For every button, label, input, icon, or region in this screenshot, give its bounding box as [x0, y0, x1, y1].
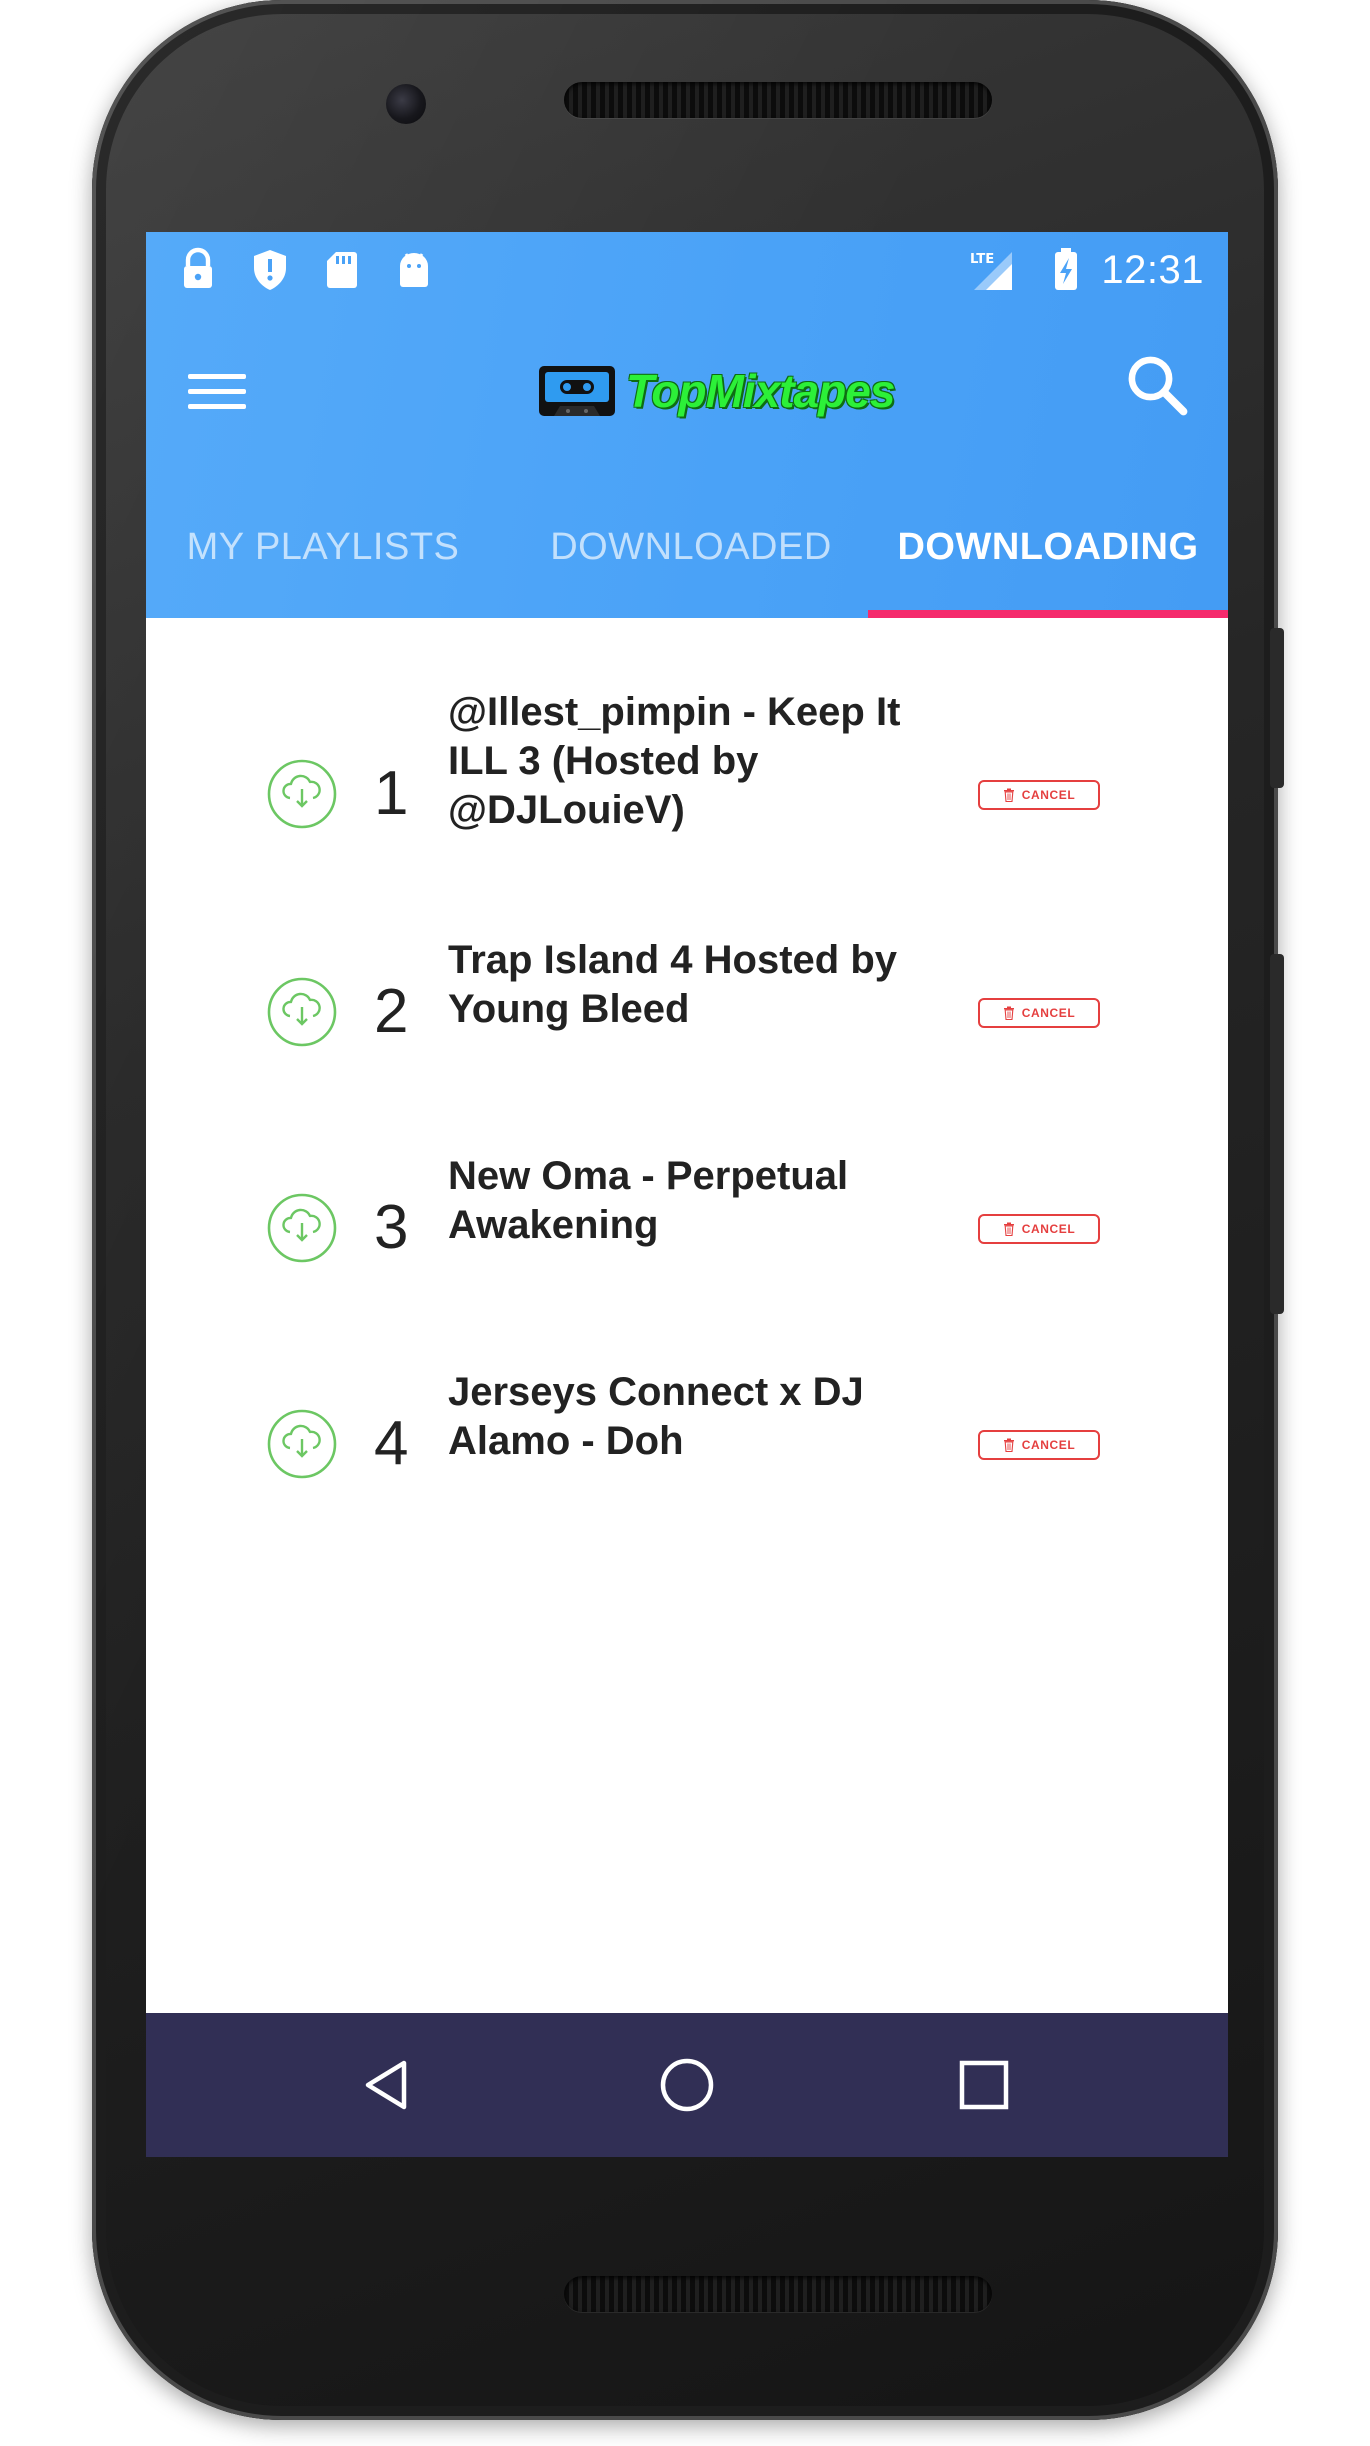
trash-icon [1003, 1438, 1014, 1452]
status-clock: 12:31 [1101, 248, 1204, 292]
tab-downloading[interactable]: DOWNLOADING [868, 476, 1228, 618]
system-nav-bar [146, 2013, 1228, 2157]
cancel-label: CANCEL [1021, 1006, 1076, 1020]
download-number: 4 [374, 1409, 409, 1478]
trash-icon [1003, 1222, 1014, 1236]
svg-text:LTE: LTE [970, 252, 994, 267]
battery-charging-icon [1055, 248, 1077, 290]
download-number: 2 [374, 977, 409, 1046]
cancel-button[interactable]: CANCEL [978, 780, 1100, 810]
list-item: 3 New Oma - Perpetual Awakening CANCEL [146, 1152, 1228, 1342]
device-screenshot: LTE 12:31 TopMixtapes MY PLAYLISTS DOWNL… [0, 0, 1370, 2446]
cancel-button[interactable]: CANCEL [978, 1430, 1100, 1460]
shield-alert-icon [254, 250, 286, 290]
mixtape-title: Trap Island 4 Hosted by Young Bleed [448, 938, 898, 1031]
app-screen: LTE 12:31 TopMixtapes MY PLAYLISTS DOWNL… [146, 232, 1228, 2157]
menu-icon-bar [188, 404, 246, 409]
active-tab-indicator [868, 610, 1228, 618]
front-camera [386, 84, 426, 124]
top-speaker-grille [564, 82, 992, 118]
trash-icon [1003, 788, 1014, 802]
sd-card-icon [327, 252, 357, 288]
tab-bar: MY PLAYLISTS DOWNLOADED DOWNLOADING [146, 476, 1228, 618]
mixtape-title: New Oma - Perpetual Awakening [448, 1154, 849, 1247]
cancel-label: CANCEL [1021, 1438, 1076, 1452]
cloud-download-icon [267, 977, 337, 1047]
logo-text: TopMixtapes [626, 365, 895, 417]
volume-rocker [1270, 954, 1284, 1314]
mixtape-title: @Illest_pimpin - Keep It ILL 3 (Hosted b… [448, 690, 901, 832]
tab-my-playlists[interactable]: MY PLAYLISTS [158, 476, 488, 618]
menu-icon-bar [188, 389, 246, 394]
toolbar: TopMixtapes [146, 306, 1228, 476]
android-icon [400, 253, 428, 287]
search-icon[interactable] [1122, 350, 1194, 422]
menu-icon-bar [188, 374, 246, 379]
status-bar: LTE 12:31 [146, 232, 1228, 306]
download-number: 3 [374, 1193, 409, 1262]
mixtape-title: Jerseys Connect x DJ Alamo - Doh [448, 1370, 864, 1463]
app-logo: TopMixtapes [538, 358, 918, 424]
list-item: 4 Jerseys Connect x DJ Alamo - Doh CANCE… [146, 1368, 1228, 1558]
bottom-speaker-grille [564, 2276, 992, 2312]
menu-button[interactable] [186, 362, 250, 418]
list-item: 1 @Illest_pimpin - Keep It ILL 3 (Hosted… [146, 688, 1228, 878]
downloading-list: 1 @Illest_pimpin - Keep It ILL 3 (Hosted… [146, 618, 1228, 2013]
cancel-button[interactable]: CANCEL [978, 998, 1100, 1028]
app-bar: LTE 12:31 TopMixtapes MY PLAYLISTS DOWNL… [146, 232, 1228, 618]
trash-icon [1003, 1006, 1014, 1020]
home-icon[interactable] [651, 2049, 723, 2121]
cancel-button[interactable]: CANCEL [978, 1214, 1100, 1244]
cloud-download-icon [267, 759, 337, 829]
download-number: 1 [374, 759, 409, 828]
cancel-label: CANCEL [1021, 788, 1076, 802]
cancel-label: CANCEL [1021, 1222, 1076, 1236]
cassette-icon [539, 366, 615, 416]
tab-downloaded[interactable]: DOWNLOADED [516, 476, 866, 618]
power-button [1270, 628, 1284, 788]
lock-icon [184, 247, 212, 288]
cloud-download-icon [267, 1193, 337, 1263]
lte-signal-icon: LTE [970, 252, 1012, 290]
back-icon[interactable] [352, 2049, 424, 2121]
recents-icon[interactable] [948, 2049, 1020, 2121]
cloud-download-icon [267, 1409, 337, 1479]
list-item: 2 Trap Island 4 Hosted by Young Bleed CA… [146, 936, 1228, 1126]
